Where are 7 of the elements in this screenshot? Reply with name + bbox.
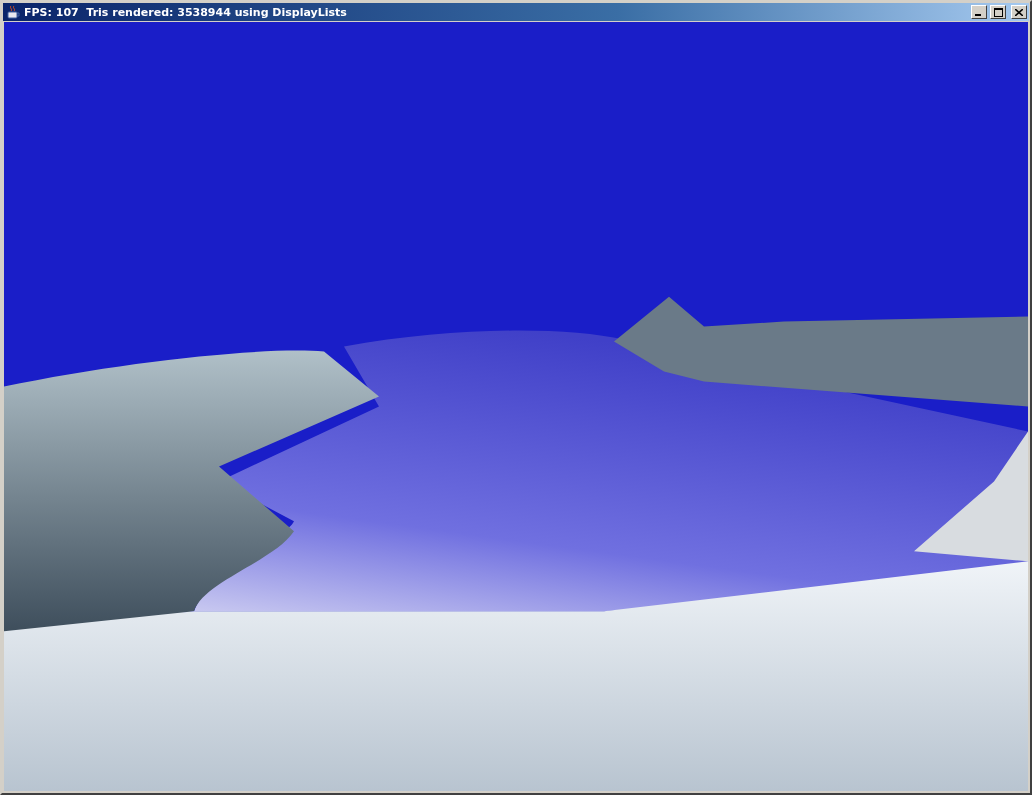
maximize-icon: [993, 7, 1003, 17]
close-icon: [1015, 8, 1023, 16]
window-title: FPS: 107 Tris rendered: 3538944 using DisplayLists: [24, 5, 348, 19]
minimize-button[interactable]: [971, 5, 987, 19]
maximize-button[interactable]: [990, 5, 1006, 19]
close-button[interactable]: [1011, 5, 1027, 19]
cup-icon: [5, 4, 21, 20]
